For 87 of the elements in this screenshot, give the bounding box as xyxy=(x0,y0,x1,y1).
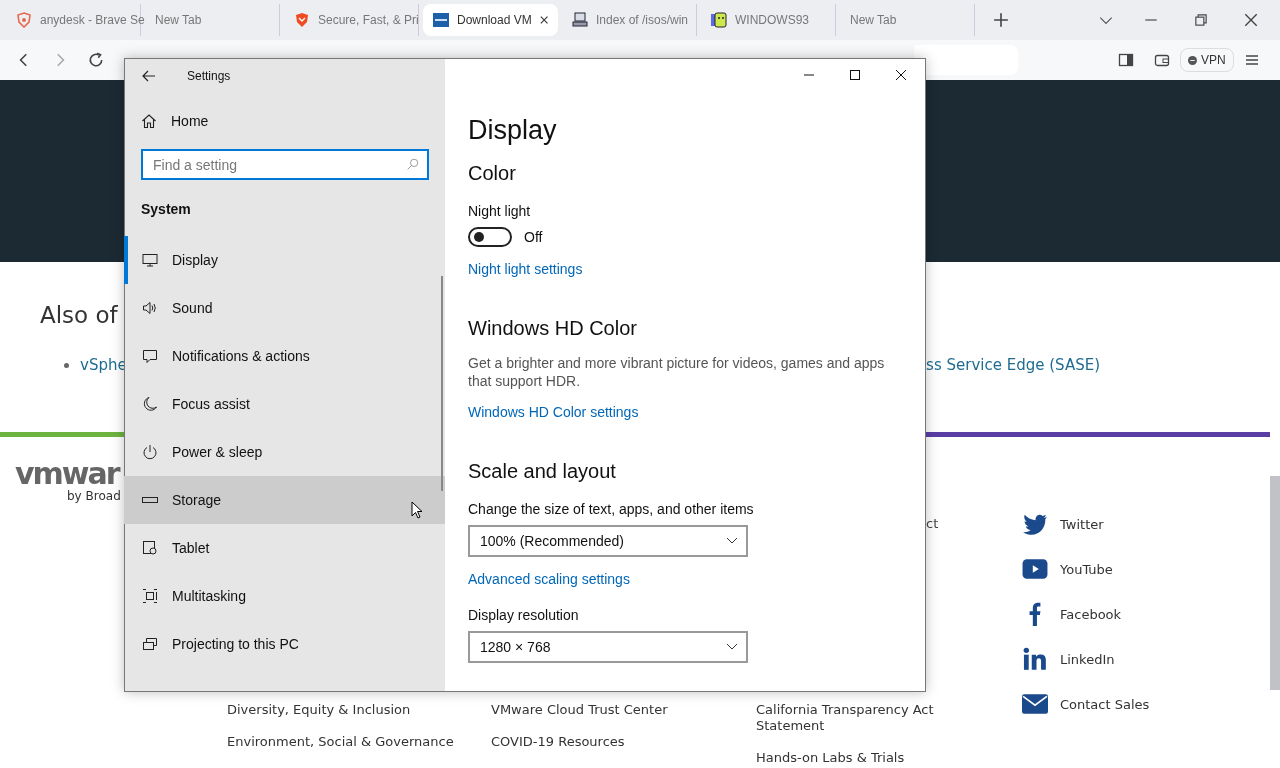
back-icon[interactable] xyxy=(141,68,157,84)
nav-item[interactable]: Projecting to this PC xyxy=(124,620,445,668)
speaker-icon xyxy=(142,300,158,316)
new-tab-icon[interactable] xyxy=(993,12,1009,28)
section-heading: Also of xyxy=(40,302,118,328)
speech-bubble-icon xyxy=(142,348,158,364)
vpn-status-icon xyxy=(1188,55,1197,65)
nav-item[interactable]: Tablet xyxy=(124,524,445,572)
chevron-down-icon xyxy=(726,643,738,651)
close-icon[interactable] xyxy=(1243,12,1259,28)
footer-link[interactable]: California Transparency Act Statement xyxy=(756,702,956,734)
footer-link[interactable]: Environment, Social & Governance xyxy=(227,734,491,750)
social-link[interactable]: Twitter xyxy=(1060,516,1104,532)
section-heading: Color xyxy=(468,162,516,185)
settings-link[interactable]: Windows HD Color settings xyxy=(468,404,639,420)
linkedin-icon[interactable] xyxy=(1022,646,1048,672)
nav-item[interactable]: Multitasking xyxy=(124,572,445,620)
moon-icon xyxy=(142,396,158,412)
browser-tab[interactable]: Index of /isos/win xyxy=(562,4,697,36)
multitasking-icon xyxy=(142,588,158,604)
mouse-pointer-icon xyxy=(411,501,423,519)
section-heading: Scale and layout xyxy=(468,460,616,483)
vpn-button[interactable]: VPN xyxy=(1180,48,1234,72)
social-link[interactable]: Contact Sales xyxy=(1060,696,1150,712)
toggle-state: Off xyxy=(524,229,543,245)
sidebar-icon[interactable] xyxy=(1118,52,1134,68)
wallet-icon[interactable] xyxy=(1154,52,1170,68)
footer-link[interactable]: COVID-19 Resources xyxy=(491,734,756,750)
shield-icon xyxy=(294,12,310,28)
footer-link[interactable]: Hands-on Labs & Trials xyxy=(756,750,956,766)
reload-icon[interactable] xyxy=(88,52,104,68)
company-logo: vmwar xyxy=(15,459,121,489)
page-title: Display xyxy=(468,115,557,146)
address-field[interactable] xyxy=(914,45,1018,75)
setting-label: Night light xyxy=(468,203,531,219)
description-text: Get a brighter and more vibrant picture for videos, games and apps that support HDR. xyxy=(468,354,886,390)
nav-item[interactable]: Power & sleep xyxy=(124,428,445,476)
scale-dropdown[interactable]: 100% (Recommended) xyxy=(468,525,748,557)
browser-tab[interactable]: Download VM xyxy=(423,4,558,36)
social-link[interactable]: YouTube xyxy=(1060,561,1113,577)
nav-item[interactable]: Sound xyxy=(124,284,445,332)
close-icon[interactable] xyxy=(895,69,907,81)
app-icon xyxy=(711,12,727,28)
power-icon xyxy=(142,444,158,460)
shield-icon xyxy=(16,12,32,28)
envelope-icon[interactable] xyxy=(1022,691,1048,717)
home-item[interactable]: Home xyxy=(125,98,445,144)
chevron-down-icon xyxy=(726,537,738,545)
browser-tab[interactable]: New Tab xyxy=(840,4,975,36)
search-icon xyxy=(406,158,419,171)
maximize-icon[interactable] xyxy=(849,69,861,81)
social-link[interactable]: Facebook xyxy=(1060,606,1122,622)
section-heading: Windows HD Color xyxy=(468,317,637,340)
computer-icon xyxy=(572,12,588,28)
monitor-icon xyxy=(142,252,158,268)
product-link[interactable]: ss Service Edge (SASE) xyxy=(926,356,1100,374)
window-title: Settings xyxy=(187,69,231,83)
bullet-dot xyxy=(64,362,69,368)
section-label: System xyxy=(140,200,192,219)
projector-icon xyxy=(142,636,158,652)
scrollbar-thumb[interactable] xyxy=(1270,476,1280,690)
social-link[interactable]: LinkedIn xyxy=(1060,651,1115,667)
search-field[interactable]: Find a setting xyxy=(141,149,429,180)
scrollbar-thumb[interactable] xyxy=(441,276,443,491)
play-icon[interactable] xyxy=(1022,556,1048,582)
resolution-dropdown[interactable]: 1280 × 768 xyxy=(468,631,748,663)
home-icon xyxy=(141,113,157,129)
browser-tab[interactable]: WINDOWS93 xyxy=(701,4,836,36)
night-light-toggle[interactable] xyxy=(468,227,512,247)
setting-label: Change the size of text, apps, and other items xyxy=(468,501,754,517)
logo-byline: by Broad xyxy=(67,489,121,503)
nav-item[interactable]: Storage xyxy=(124,476,445,524)
setting-label: Display resolution xyxy=(468,607,579,623)
footer-link[interactable]: VMware Cloud Trust Center xyxy=(491,702,756,718)
settings-link[interactable]: Advanced scaling settings xyxy=(468,571,630,587)
close-icon[interactable] xyxy=(539,15,548,25)
nav-item[interactable]: Display xyxy=(124,236,445,284)
nav-item[interactable]: Focus assist xyxy=(124,380,445,428)
logo-icon xyxy=(433,12,449,28)
nav-item[interactable]: Notifications & actions xyxy=(124,332,445,380)
browser-tab[interactable]: Secure, Fast, & Pri xyxy=(284,4,419,36)
browser-tab[interactable]: New Tab xyxy=(145,4,280,36)
menu-icon[interactable] xyxy=(1243,52,1260,68)
tablet-icon xyxy=(142,540,158,556)
restore-icon[interactable] xyxy=(1193,12,1209,28)
footer-link[interactable]: Diversity, Equity & Inclusion xyxy=(227,702,491,718)
settings-link[interactable]: Night light settings xyxy=(468,261,583,277)
